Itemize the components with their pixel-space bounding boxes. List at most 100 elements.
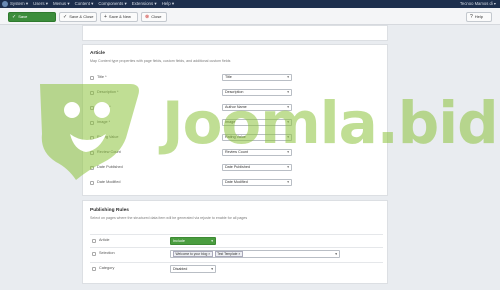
chevron-down-icon: ▾: [287, 180, 289, 184]
check-icon: ✓: [63, 14, 68, 20]
field-label: Date Modified: [97, 180, 121, 184]
save-label: Save: [18, 14, 28, 19]
menu-extensions[interactable]: Extensions ▾: [132, 1, 157, 7]
field-label: Date Published: [97, 165, 123, 169]
publishing-rules-section: Publishing Rules Select on pages where t…: [82, 200, 388, 284]
field-select[interactable]: Rating Value ▾: [222, 134, 292, 141]
field-select[interactable]: Review Count ▾: [222, 149, 292, 156]
chevron-down-icon: ▾: [211, 267, 213, 271]
field-select[interactable]: Author Name ▾: [222, 104, 292, 111]
select-value: Include: [173, 239, 185, 243]
article-rule-select[interactable]: Include ▾: [170, 237, 216, 245]
save-new-label: Save & New: [108, 14, 131, 19]
selection-multiselect[interactable]: Welcome to your blog × Test Template × ▾: [170, 250, 340, 258]
menu-help[interactable]: Help ▾: [162, 1, 174, 7]
field-label: Image *: [97, 120, 111, 124]
field-row: Date Modified: [90, 179, 220, 187]
save-button[interactable]: ✓ Save: [8, 12, 56, 22]
menu-content[interactable]: Content ▾: [75, 1, 94, 7]
chevron-down-icon: ▾: [287, 165, 289, 169]
field-row: Date Published: [90, 164, 220, 172]
field-row: Title *: [90, 74, 220, 82]
joomla-logo-icon[interactable]: [2, 1, 8, 7]
select-value: Image: [225, 120, 236, 124]
menu-menus[interactable]: Menus ▾: [53, 1, 70, 7]
section-title: Publishing Rules: [90, 208, 129, 213]
field-label: Description *: [97, 90, 119, 94]
save-close-button[interactable]: ✓ Save & Close: [59, 12, 97, 22]
select-value: Date Published: [225, 165, 251, 169]
field-row: Description *: [90, 89, 220, 97]
rule-row-article: Article Include ▾: [90, 234, 383, 246]
field-select[interactable]: Title ▾: [222, 74, 292, 81]
main-menu: System ▾ Users ▾ Menus ▾ Content ▾ Compo…: [10, 1, 174, 7]
select-value: Description: [225, 90, 244, 94]
rule-label: Category: [99, 266, 115, 270]
field-toggle-checkbox[interactable]: [90, 75, 94, 80]
rule-checkbox[interactable]: [92, 239, 96, 243]
rule-label: Article: [99, 238, 110, 242]
user-menu[interactable]: Tecnoo Mamos di ▾: [460, 1, 496, 7]
select-value: Review Count: [225, 150, 248, 154]
selection-tag[interactable]: Welcome to your blog ×: [173, 250, 213, 258]
select-value: Title: [225, 75, 232, 79]
section-title: Article: [90, 51, 105, 56]
select-value: Date Modified: [225, 180, 248, 184]
chevron-down-icon: ▾: [335, 252, 337, 256]
rule-row-selection: Selection Welcome to your blog × Test Te…: [90, 247, 383, 259]
rule-checkbox[interactable]: [92, 267, 96, 271]
menu-components[interactable]: Components ▾: [98, 1, 126, 7]
field-label: Title *: [97, 75, 107, 79]
close-button[interactable]: ⊗ Close: [141, 12, 167, 22]
article-section: Article Map Content type properties with…: [82, 44, 388, 196]
field-toggle-checkbox[interactable]: [90, 120, 94, 125]
field-toggle-checkbox[interactable]: [90, 105, 94, 110]
select-value: Author Name: [225, 105, 247, 109]
field-row: Rating Value: [90, 134, 220, 142]
field-row: Author *: [90, 104, 220, 112]
field-select[interactable]: Date Modified ▾: [222, 179, 292, 186]
check-icon: ✓: [12, 14, 17, 20]
field-toggle-checkbox[interactable]: [90, 150, 94, 155]
field-toggle-checkbox[interactable]: [90, 180, 94, 185]
chevron-down-icon: ▾: [211, 239, 213, 243]
field-toggle-checkbox[interactable]: [90, 135, 94, 140]
selection-tag[interactable]: Test Template ×: [214, 250, 243, 258]
top-navbar: System ▾ Users ▾ Menus ▾ Content ▾ Compo…: [0, 0, 500, 8]
menu-users[interactable]: Users ▾: [33, 1, 48, 7]
save-close-label: Save & Close: [69, 14, 94, 19]
close-icon: ⊗: [145, 14, 150, 20]
rule-label: Selection: [99, 251, 115, 255]
help-label: Help: [474, 14, 484, 19]
field-row: Image *: [90, 119, 220, 127]
chevron-down-icon: ▾: [287, 90, 289, 94]
field-select[interactable]: Image ▾: [222, 119, 292, 126]
menu-system[interactable]: System ▾: [10, 1, 28, 7]
chevron-down-icon: ▾: [287, 135, 289, 139]
select-value: Disabled: [173, 267, 188, 271]
chevron-down-icon: ▾: [287, 120, 289, 124]
field-label: Rating Value: [97, 135, 119, 139]
rule-checkbox[interactable]: [92, 252, 96, 256]
help-button[interactable]: ? Help: [466, 12, 492, 22]
field-label: Author *: [97, 105, 111, 109]
question-icon: ?: [470, 14, 473, 20]
section-description: Select on pages where the structured dat…: [90, 216, 248, 220]
field-toggle-checkbox[interactable]: [90, 165, 94, 170]
field-select[interactable]: Description ▾: [222, 89, 292, 96]
chevron-down-icon: ▾: [287, 105, 289, 109]
close-label: Close: [151, 14, 162, 19]
field-row: Review Count: [90, 149, 220, 157]
chevron-down-icon: ▾: [287, 150, 289, 154]
chevron-down-icon: ▾: [287, 75, 289, 79]
select-value: Rating Value: [225, 135, 246, 139]
toolbar: ✓ Save ✓ Save & Close + Save & New ⊗ Clo…: [0, 8, 500, 25]
field-select[interactable]: Date Published ▾: [222, 164, 292, 171]
rule-row-category: Category Disabled ▾: [90, 262, 383, 274]
save-new-button[interactable]: + Save & New: [100, 12, 138, 22]
field-toggle-checkbox[interactable]: [90, 90, 94, 95]
previous-section-card: [82, 25, 388, 41]
field-label: Review Count: [97, 150, 121, 154]
category-rule-select[interactable]: Disabled ▾: [170, 265, 216, 273]
plus-icon: +: [104, 14, 107, 20]
